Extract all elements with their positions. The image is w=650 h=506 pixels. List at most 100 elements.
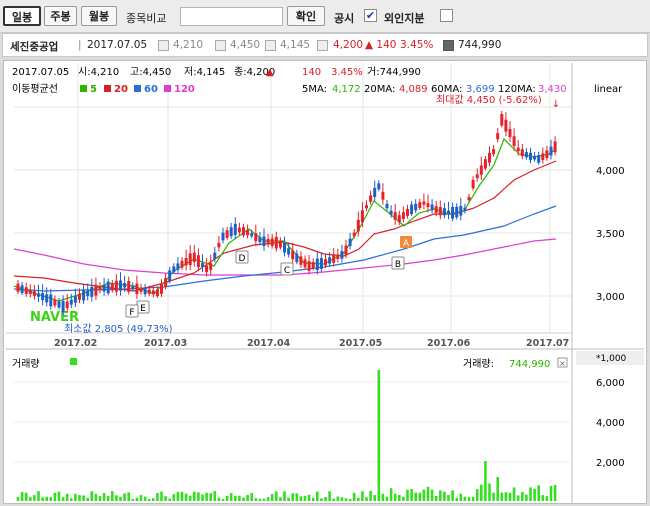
chart-low: 저:4,145 [184,66,225,78]
ma60-legend: 60 [144,84,158,95]
candle-body [414,203,418,211]
candle-body [459,205,463,216]
candle-body [266,238,270,245]
candle-body [45,294,49,303]
volume-bar [422,489,426,501]
volume-bar [238,495,241,501]
candle-body [90,286,94,297]
candle-body [426,203,430,208]
candle-body [516,147,520,152]
volume-bar [516,495,520,501]
volume-bar [336,496,340,501]
volume-bar [393,493,397,501]
volume-bar [205,492,208,501]
foreign-share-label: 외인지분 [384,12,425,25]
ma20-value-label: 20MA: [364,84,395,95]
volume-bar [385,496,389,501]
ma5-value: 4,172 [332,84,361,95]
candle-body [537,155,541,163]
ma-label: 이동평균선 [12,83,58,95]
candle-body [348,238,352,247]
volume-bar [361,491,364,501]
volume-bar [20,491,24,501]
volume-bar [45,496,48,501]
candle-body [467,196,471,201]
volume-bar [324,497,327,501]
info-percent: 3.45% [400,39,434,51]
volume-bar [398,494,401,501]
volume-bar [430,489,434,501]
compare-input[interactable] [180,7,283,26]
max-value-arrow: ↓ [552,99,560,110]
candle-body [295,253,299,263]
candle-body [28,290,32,294]
volume-bar [512,487,516,501]
candle-body [135,283,139,295]
volume-bar [127,492,130,501]
daily-button[interactable]: 일봉 [3,6,41,26]
scale-mode-label[interactable]: linear [594,84,623,95]
candle-body [78,293,81,300]
candle-body [262,236,266,247]
volume-bar [33,495,36,501]
confirm-button[interactable]: 확인 [287,6,325,26]
candle-body [274,236,278,249]
volume-bar [172,494,176,501]
volume-bar [135,497,139,501]
marker-b-label: B [395,260,401,270]
candle-body [496,133,500,140]
candle-body [41,293,45,300]
volume-bar [275,491,278,501]
volume-tick-4000: 4,000 [596,418,625,429]
monthly-button[interactable]: 월봉 [81,6,117,26]
volume-bar [176,491,180,501]
compare-label: 종목비교 [126,12,167,25]
candle-body [418,202,422,209]
candle-body [184,257,188,266]
candle-body [283,243,286,253]
volume-bar [225,495,229,501]
open-icon [158,40,169,51]
candle-body [37,293,40,297]
info-volume: 744,990 [458,39,502,51]
candle-body [512,136,516,147]
candle-body [422,201,426,205]
candle-body [365,205,368,209]
foreign-share-checkbox[interactable] [440,9,453,22]
candle-body [57,301,61,308]
volume-value: 744,990 [509,359,550,370]
candle-body [397,215,401,223]
candle-body [221,232,225,241]
volume-bar [332,498,335,501]
candle-body [311,261,315,269]
candle-body [229,227,233,237]
volume-bar [250,493,253,501]
stock-chart[interactable]: 2017.07.05 시:4,210 고:4,450 저:4,145 종:4,2… [4,61,646,503]
volume-bar [152,498,155,501]
volume-bar [143,496,147,501]
volume-bar [29,497,32,501]
candle-body [393,212,397,220]
volume-bar [262,498,266,501]
weekly-button[interactable]: 주봉 [44,6,77,26]
volume-bar [258,498,262,501]
candle-body [389,210,393,215]
volume-bar [311,497,315,501]
candle-body [545,150,549,159]
volume-bar [70,498,73,501]
volume-bar [102,493,106,501]
ma120-value-label: 120MA: [498,84,536,95]
volume-bar [402,496,405,501]
ma120-value: 3,430 [538,84,567,95]
volume-bar [49,497,53,501]
candle-body [299,256,303,265]
candle-body [549,146,553,156]
candle-body [381,191,385,200]
marker-a-label: A [403,239,410,249]
disclosure-checkbox[interactable]: ✔ [364,9,377,22]
ma5-value-label: 5MA: [302,84,327,95]
volume-bar [270,493,274,501]
candle-body [53,299,57,306]
volume-bar [184,493,188,501]
marker-c-label: C [284,266,290,276]
